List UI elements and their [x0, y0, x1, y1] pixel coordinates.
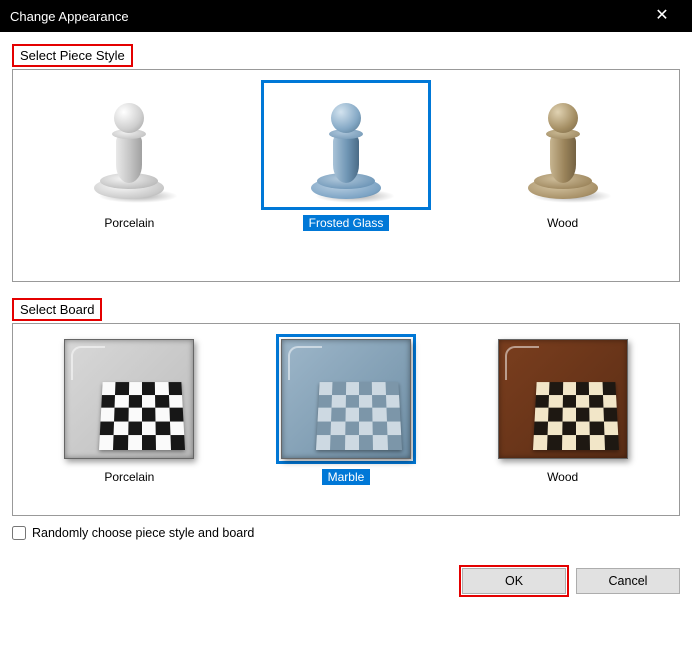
random-style-checkbox[interactable] — [12, 526, 26, 540]
random-style-label: Randomly choose piece style and board — [32, 526, 254, 540]
board-section-label: Select Board — [12, 298, 102, 321]
board-squares — [533, 382, 619, 450]
piece-option-wood[interactable]: Wood — [468, 80, 658, 231]
dialog-content: Select Piece Style Porcelain Frost — [0, 32, 692, 606]
board-option-wood[interactable]: Wood — [468, 334, 658, 485]
board-squares — [316, 382, 402, 450]
board-option-porcelain[interactable]: Porcelain — [34, 334, 224, 485]
close-icon[interactable]: ✕ — [642, 0, 682, 32]
piece-style-section-label: Select Piece Style — [12, 44, 133, 67]
piece-style-gallery: Porcelain Frosted Glass Wood — [12, 69, 680, 282]
board-option-label: Marble — [322, 469, 371, 485]
piece-thumb — [261, 80, 431, 210]
piece-thumb — [44, 80, 214, 210]
piece-option-porcelain[interactable]: Porcelain — [34, 80, 224, 231]
titlebar: Change Appearance ✕ — [0, 0, 692, 32]
board-squares — [99, 382, 185, 450]
board-gallery: Porcelain Marble Wood — [12, 323, 680, 516]
piece-option-label: Frosted Glass — [303, 215, 390, 231]
window-title: Change Appearance — [10, 9, 642, 24]
random-style-checkbox-row[interactable]: Randomly choose piece style and board — [12, 526, 680, 540]
board-option-label: Wood — [541, 469, 584, 485]
piece-option-label: Wood — [541, 215, 584, 231]
board-thumb-wrap — [493, 334, 633, 464]
board-icon — [64, 339, 194, 459]
cancel-button[interactable]: Cancel — [576, 568, 680, 594]
piece-option-label: Porcelain — [98, 215, 160, 231]
pawn-icon — [94, 91, 164, 199]
dialog-buttons: OK Cancel — [12, 568, 680, 594]
board-icon — [281, 339, 411, 459]
piece-thumb — [478, 80, 648, 210]
ok-button[interactable]: OK — [462, 568, 566, 594]
board-option-marble[interactable]: Marble — [251, 334, 441, 485]
board-icon — [498, 339, 628, 459]
board-thumb-wrap — [59, 334, 199, 464]
pawn-icon — [528, 91, 598, 199]
board-option-label: Porcelain — [98, 469, 160, 485]
board-thumb-wrap — [276, 334, 416, 464]
piece-option-frosted-glass[interactable]: Frosted Glass — [251, 80, 441, 231]
pawn-icon — [311, 91, 381, 199]
